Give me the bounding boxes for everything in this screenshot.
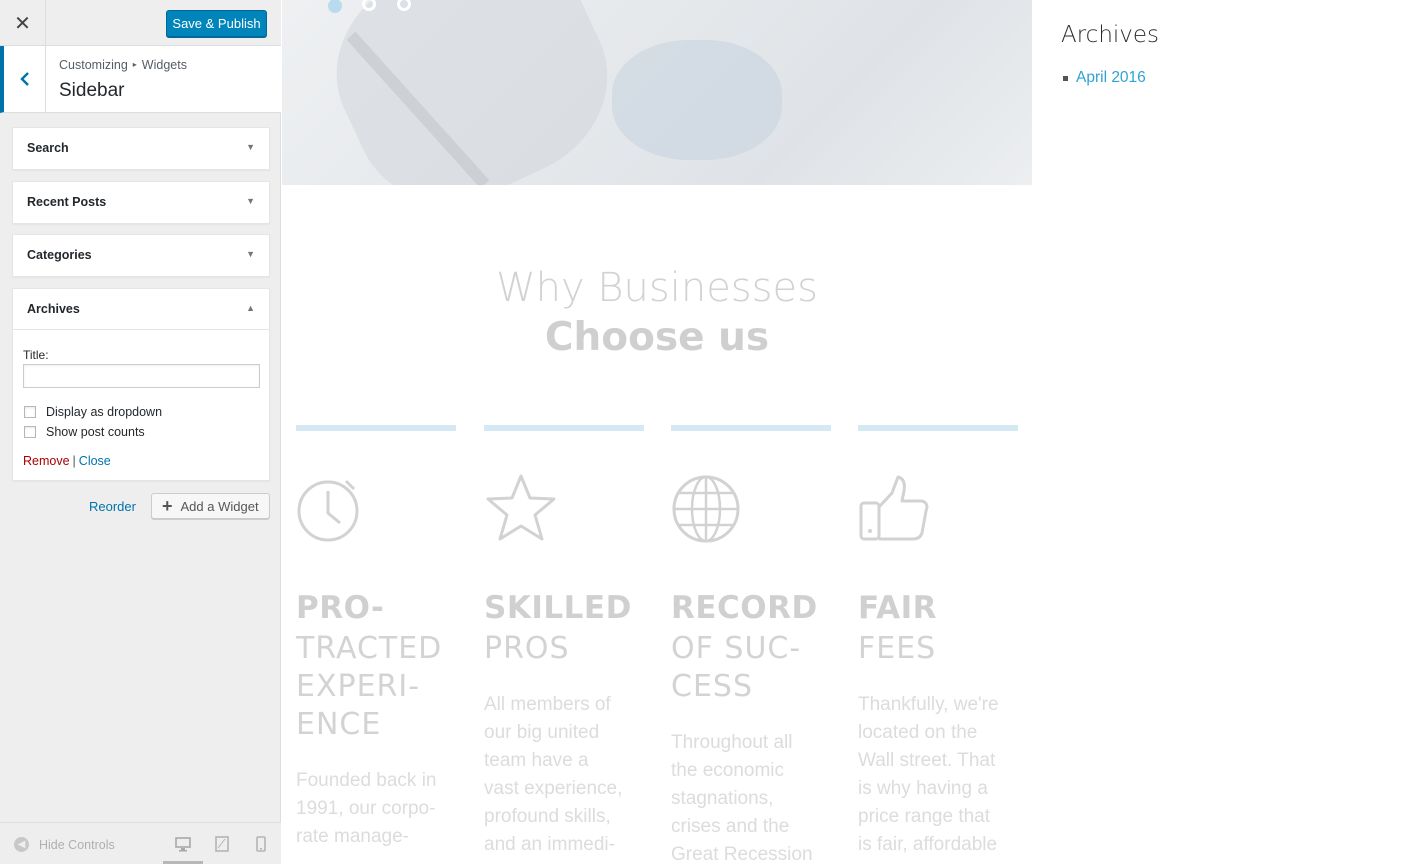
feature-column: PRO- TRACTED EXPERI- ENCE Founded back i… xyxy=(296,425,456,847)
chevron-left-icon xyxy=(19,72,29,86)
feature-title: FAIR xyxy=(858,590,938,626)
feature-accent-bar xyxy=(296,425,456,431)
mobile-preview-button[interactable] xyxy=(251,835,271,853)
arrow-down-icon[interactable]: ▼ xyxy=(246,249,255,259)
show-post-counts-option[interactable]: Show post counts xyxy=(24,425,145,439)
mobile-icon xyxy=(256,836,266,852)
thumbs-up-icon xyxy=(859,475,929,541)
title-input[interactable] xyxy=(23,364,260,388)
feature-column: FAIR FEES Thankfully, we're located on t… xyxy=(858,425,1018,855)
globe-icon xyxy=(672,475,740,543)
archives-widget-title: Archives xyxy=(1061,22,1160,48)
plus-icon: + xyxy=(162,496,173,516)
widget-header[interactable]: Recent Posts ▼ xyxy=(13,182,269,223)
feature-title: RECORD xyxy=(671,590,818,626)
archives-list-item: April 2016 xyxy=(1063,69,1146,87)
tablet-preview-button[interactable] xyxy=(212,835,232,853)
feature-subtitle: FEES xyxy=(858,631,937,666)
display-dropdown-checkbox[interactable] xyxy=(24,406,36,418)
close-link[interactable]: Close xyxy=(79,454,111,468)
breadcrumb: Customizing ▸ Widgets xyxy=(59,58,187,72)
desktop-icon xyxy=(175,836,191,851)
arrow-down-icon[interactable]: ▼ xyxy=(246,142,255,152)
feature-accent-bar xyxy=(484,425,644,431)
widget-form: Title: Display as dropdown Show post cou… xyxy=(13,330,269,480)
feature-column: SKILLED PROS All members of our big unit… xyxy=(484,425,644,855)
widget-title: Categories xyxy=(27,248,92,262)
add-widget-label: Add a Widget xyxy=(180,498,259,514)
section-heading: Why Businesses xyxy=(496,265,818,311)
feature-body: All members of our big united team have … xyxy=(484,694,623,855)
customizer-header: ✕ Save & Publish xyxy=(0,0,281,46)
add-widget-button[interactable]: + Add a Widget xyxy=(151,493,270,519)
feature-body: Founded back in 1991, our corpo- rate ma… xyxy=(296,770,437,847)
widget-header[interactable]: Search ▼ xyxy=(13,128,269,169)
widget-categories[interactable]: Categories ▼ xyxy=(12,234,270,277)
breadcrumb-root: Customizing xyxy=(59,58,128,72)
feature-body: Throughout all the economic stagnations,… xyxy=(671,732,813,864)
widget-header[interactable]: Archives ▲ xyxy=(13,289,269,330)
arrow-up-icon[interactable]: ▲ xyxy=(246,303,255,313)
triangle-right-icon: ▸ xyxy=(132,60,137,69)
hero-slider-image xyxy=(282,0,1032,185)
hide-controls-button[interactable]: ◀ Hide Controls xyxy=(14,837,115,852)
close-icon: ✕ xyxy=(14,12,31,35)
breadcrumb-child: Widgets xyxy=(141,58,187,72)
arrow-down-icon[interactable]: ▼ xyxy=(246,196,255,206)
feature-title: SKILLED xyxy=(484,590,632,626)
feature-accent-bar xyxy=(671,425,831,431)
star-icon xyxy=(486,474,556,541)
show-post-counts-label: Show post counts xyxy=(46,425,145,439)
bullet-icon xyxy=(1063,75,1068,81)
stopwatch-icon xyxy=(297,479,359,542)
slider-dot-active[interactable] xyxy=(328,0,342,13)
widget-recent-posts[interactable]: Recent Posts ▼ xyxy=(12,181,270,224)
hide-controls-label: Hide Controls xyxy=(39,837,115,852)
customizer-footer: ◀ Hide Controls xyxy=(0,822,281,864)
widget-title: Recent Posts xyxy=(27,195,107,209)
archive-link[interactable]: April 2016 xyxy=(1076,69,1146,87)
collapse-icon: ◀ xyxy=(14,837,29,852)
widget-title: Search xyxy=(27,141,69,155)
feature-subtitle: OF SUC- CESS xyxy=(671,631,802,704)
feature-title: PRO- xyxy=(296,590,385,626)
widget-header[interactable]: Categories ▼ xyxy=(13,235,269,276)
separator: | xyxy=(72,454,76,468)
widget-archives[interactable]: Archives ▲ Title: Display as dropdown Sh… xyxy=(12,288,270,481)
section-subheading: Choose us xyxy=(544,315,770,360)
tablet-icon xyxy=(215,836,229,852)
display-dropdown-label: Display as dropdown xyxy=(46,405,163,419)
site-preview: Why Businesses Choose us PRO- TRACTED EX… xyxy=(282,0,1419,864)
section-title: Sidebar xyxy=(59,80,125,101)
show-post-counts-checkbox[interactable] xyxy=(24,426,36,438)
feature-column: RECORD OF SUC- CESS Throughout all the e… xyxy=(671,425,831,864)
display-dropdown-option[interactable]: Display as dropdown xyxy=(24,405,162,419)
customizer-panel: ✕ Save & Publish Customizing ▸ Widgets Sid… xyxy=(0,0,281,864)
feature-accent-bar xyxy=(858,425,1018,431)
feature-subtitle: TRACTED EXPERI- ENCE xyxy=(296,631,443,742)
back-button[interactable] xyxy=(4,46,46,112)
widget-search[interactable]: Search ▼ xyxy=(12,127,270,170)
widget-title: Archives xyxy=(27,302,80,316)
reorder-link[interactable]: Reorder xyxy=(89,499,136,514)
save-publish-button[interactable]: Save & Publish xyxy=(166,10,267,37)
close-customizer-button[interactable]: ✕ xyxy=(0,0,46,46)
desktop-preview-button[interactable] xyxy=(173,835,193,853)
section-header: Customizing ▸ Widgets Sidebar xyxy=(0,46,281,113)
widget-controls: Remove | Close xyxy=(23,454,111,468)
remove-link[interactable]: Remove xyxy=(23,454,70,468)
feature-subtitle: PROS xyxy=(484,631,570,666)
title-label: Title: xyxy=(23,348,49,362)
feature-body: Thankfully, we're located on the Wall st… xyxy=(858,694,999,855)
